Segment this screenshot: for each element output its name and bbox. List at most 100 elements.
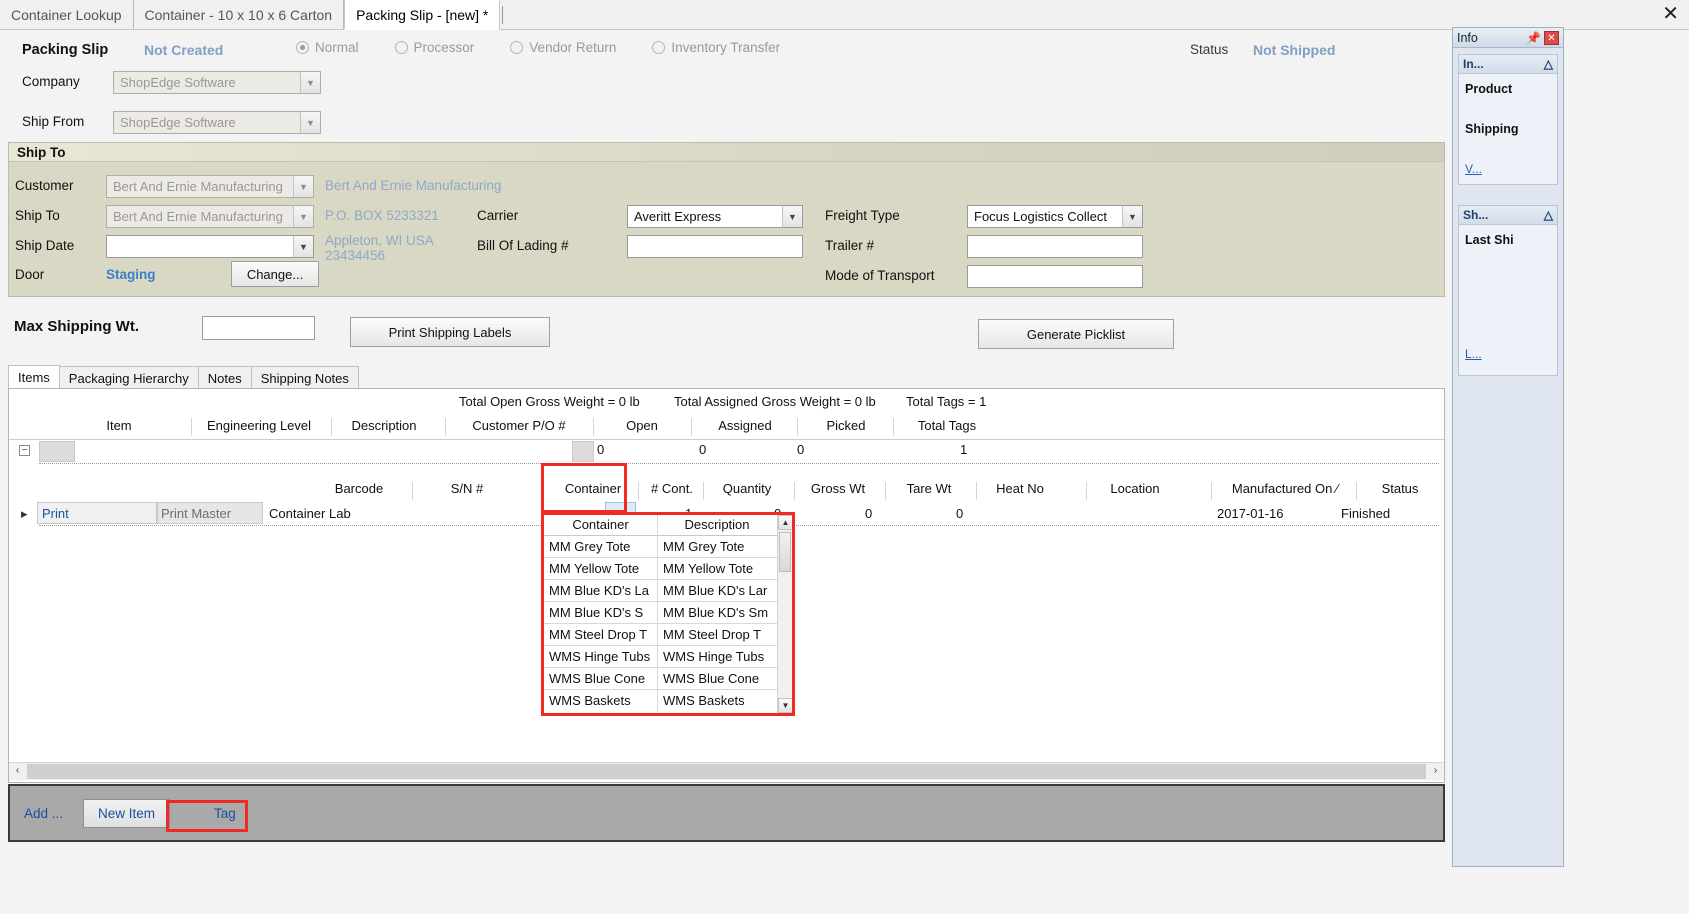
radio-vendor-return[interactable]: Vendor Return: [510, 40, 616, 55]
radio-normal[interactable]: Normal: [296, 40, 359, 55]
col-description[interactable]: Description: [334, 418, 434, 433]
tab-container-carton[interactable]: Container - 10 x 10 x 6 Carton: [134, 0, 345, 29]
list-item[interactable]: WMS Hinge Tubs WMS Hinge Tubs: [544, 646, 792, 668]
change-door-button[interactable]: Change...: [231, 261, 319, 287]
tag-button[interactable]: Tag: [192, 799, 258, 827]
tab-container-lookup[interactable]: Container Lookup: [0, 0, 134, 29]
ship-to-combo[interactable]: Bert And Ernie Manufacturing ▼: [106, 205, 314, 228]
col-num-cont[interactable]: # Cont.: [642, 481, 702, 496]
col-picked[interactable]: Picked: [801, 418, 891, 433]
collapse-icon[interactable]: △: [1544, 57, 1553, 71]
col-status[interactable]: Status: [1360, 481, 1440, 496]
chevron-down-icon[interactable]: ▼: [300, 72, 320, 93]
chevron-down-icon[interactable]: ▼: [782, 206, 802, 227]
col-divider[interactable]: [885, 482, 886, 500]
col-item[interactable]: Item: [69, 418, 169, 433]
radio-inventory-transfer[interactable]: Inventory Transfer: [652, 40, 780, 55]
col-divider[interactable]: [638, 482, 639, 500]
new-item-button[interactable]: New Item: [83, 798, 171, 828]
row-header-cell[interactable]: [39, 441, 75, 462]
col-assigned[interactable]: Assigned: [695, 418, 795, 433]
col-barcode[interactable]: Barcode: [314, 481, 404, 496]
chevron-down-icon[interactable]: ▼: [293, 236, 313, 257]
radio-processor[interactable]: Processor: [394, 40, 474, 55]
list-item[interactable]: MM Blue KD's S MM Blue KD's Sm: [544, 602, 792, 624]
grid-horizontal-scrollbar[interactable]: ‹ ›: [9, 762, 1444, 780]
row-expander-icon[interactable]: −: [19, 445, 30, 456]
customer-combo[interactable]: Bert And Ernie Manufacturing ▼: [106, 175, 314, 198]
tab-notes[interactable]: Notes: [197, 366, 252, 390]
bill-of-lading-input[interactable]: [627, 235, 803, 258]
col-divider[interactable]: [191, 418, 192, 436]
chevron-down-icon[interactable]: ▼: [293, 176, 313, 197]
col-divider[interactable]: [1086, 482, 1087, 500]
info-group-header-shipment[interactable]: Sh... △: [1459, 206, 1557, 225]
dropdown-scrollbar[interactable]: ▲ ▼: [777, 515, 793, 713]
col-location[interactable]: Location: [1090, 481, 1180, 496]
col-divider[interactable]: [1356, 482, 1357, 500]
trailer-input[interactable]: [967, 235, 1143, 258]
chevron-down-icon[interactable]: ▼: [293, 206, 313, 227]
container-dropdown-list[interactable]: Container Description MM Grey Tote MM Gr…: [543, 514, 793, 714]
add-button[interactable]: Add ...: [24, 806, 63, 821]
list-item[interactable]: MM Grey Tote MM Grey Tote: [544, 536, 792, 558]
info-group-header-item[interactable]: In... △: [1459, 55, 1557, 74]
info-item-more[interactable]: V...: [1465, 162, 1551, 176]
col-divider[interactable]: [703, 482, 704, 500]
scroll-up-icon[interactable]: ▲: [778, 515, 793, 530]
row-selector-icon[interactable]: ▸: [21, 506, 28, 522]
generate-picklist-button[interactable]: Generate Picklist: [978, 319, 1174, 349]
col-customer-po[interactable]: Customer P/O #: [449, 418, 589, 433]
list-item[interactable]: WMS Blue Cone WMS Blue Cone: [544, 668, 792, 690]
info-item-product[interactable]: Product: [1465, 82, 1551, 96]
scrollbar-thumb[interactable]: [779, 532, 791, 572]
col-manufactured-on[interactable]: Manufactured On ⁄: [1215, 481, 1355, 496]
col-divider[interactable]: [976, 482, 977, 500]
col-divider[interactable]: [797, 418, 798, 436]
col-divider[interactable]: [593, 418, 594, 436]
col-total-tags[interactable]: Total Tags: [897, 418, 997, 433]
info-item-last-shipment[interactable]: Last Shi: [1465, 233, 1551, 247]
info-item-shipping[interactable]: Shipping: [1465, 122, 1551, 136]
tab-shipping-notes[interactable]: Shipping Notes: [250, 366, 359, 390]
list-item[interactable]: WMS Baskets WMS Baskets: [544, 690, 792, 712]
ship-date-combo[interactable]: ▼: [106, 235, 314, 258]
max-shipping-weight-input[interactable]: [202, 316, 315, 340]
collapse-icon[interactable]: △: [1544, 208, 1553, 222]
close-icon[interactable]: ✕: [1544, 30, 1559, 45]
scroll-down-icon[interactable]: ▼: [778, 698, 793, 713]
col-divider[interactable]: [445, 418, 446, 436]
customer-po-cell[interactable]: [572, 441, 594, 462]
scroll-right-icon[interactable]: ›: [1427, 763, 1444, 780]
carrier-combo[interactable]: Averitt Express ▼: [627, 205, 803, 228]
company-combo[interactable]: ShopEdge Software ▼: [113, 71, 321, 94]
col-divider[interactable]: [794, 482, 795, 500]
pin-icon[interactable]: 📌: [1526, 31, 1541, 45]
col-quantity[interactable]: Quantity: [707, 481, 787, 496]
col-open[interactable]: Open: [597, 418, 687, 433]
col-divider[interactable]: [331, 418, 332, 436]
list-item[interactable]: MM Yellow Tote MM Yellow Tote: [544, 558, 792, 580]
col-engineering-level[interactable]: Engineering Level: [199, 418, 319, 433]
col-tare-wt[interactable]: Tare Wt: [889, 481, 969, 496]
print-shipping-labels-button[interactable]: Print Shipping Labels: [350, 317, 550, 347]
list-item[interactable]: MM Steel Drop T MM Steel Drop T: [544, 624, 792, 646]
col-heat-no[interactable]: Heat No: [980, 481, 1060, 496]
col-divider[interactable]: [1211, 482, 1212, 500]
tab-packing-slip[interactable]: Packing Slip - [new] *: [344, 0, 501, 30]
chevron-down-icon[interactable]: ▼: [300, 112, 320, 133]
chevron-down-icon[interactable]: ▼: [1122, 206, 1142, 227]
col-container[interactable]: Container: [549, 481, 637, 496]
scrollbar-track[interactable]: [27, 764, 1426, 779]
list-item[interactable]: MM Blue KD's La MM Blue KD's Lar: [544, 580, 792, 602]
col-gross-wt[interactable]: Gross Wt: [798, 481, 878, 496]
info-item-more[interactable]: L...: [1465, 347, 1551, 361]
scroll-left-icon[interactable]: ‹: [9, 763, 26, 780]
tab-items[interactable]: Items: [8, 365, 60, 390]
ship-from-combo[interactable]: ShopEdge Software ▼: [113, 111, 321, 134]
col-divider[interactable]: [691, 418, 692, 436]
close-icon[interactable]: ✕: [1662, 4, 1679, 24]
col-sn[interactable]: S/N #: [427, 481, 507, 496]
col-divider[interactable]: [542, 482, 543, 500]
tab-packaging-hierarchy[interactable]: Packaging Hierarchy: [58, 366, 199, 390]
